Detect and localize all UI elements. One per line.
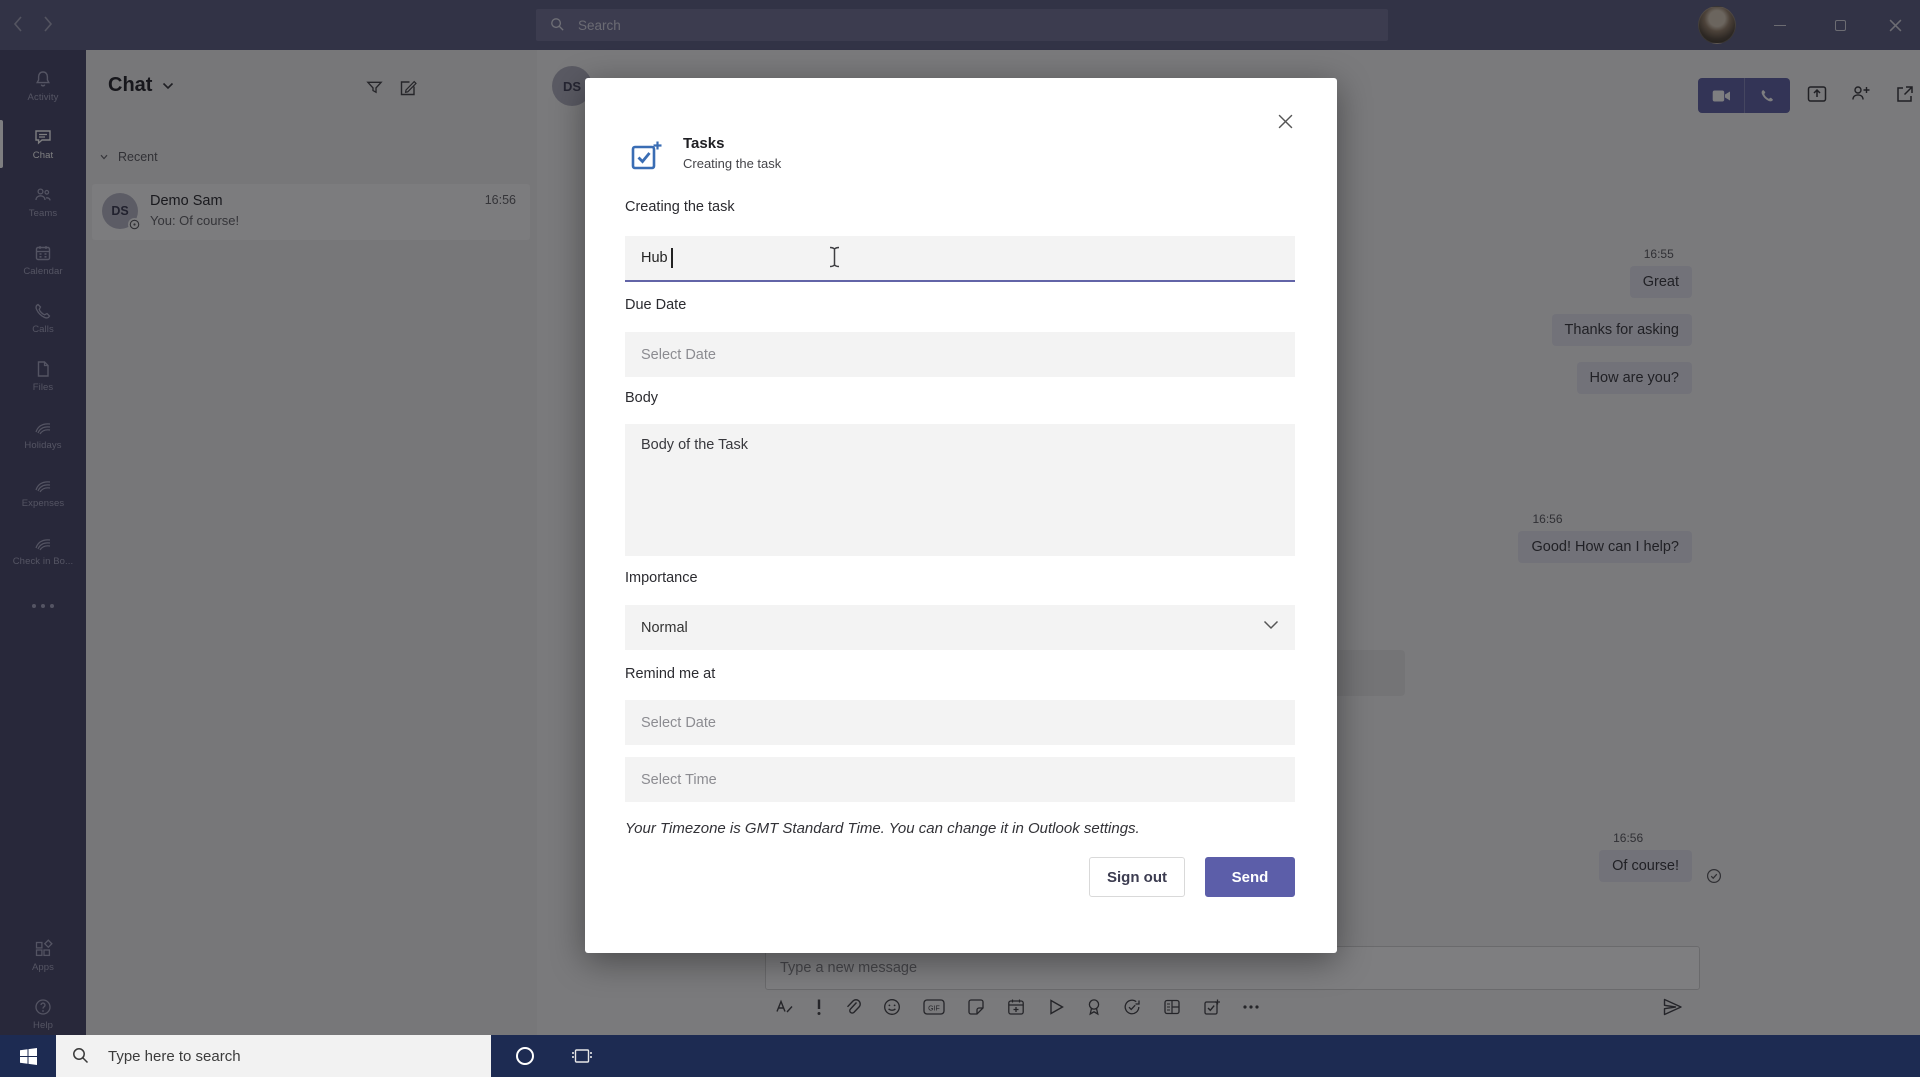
field-label-title: Creating the task [625,199,735,215]
send-button[interactable]: Send [1205,857,1295,897]
ibeam-cursor [828,246,841,268]
timezone-note: Your Timezone is GMT Standard Time. You … [625,820,1140,837]
field-label-body: Body [625,390,659,406]
windows-logo-icon [19,1047,37,1065]
task-view-icon[interactable] [572,1047,592,1065]
due-date-input[interactable] [625,332,1295,377]
dialog-title: Tasks [683,135,725,152]
field-label-importance: Importance [625,570,698,586]
remind-time-input[interactable] [625,757,1295,802]
field-label-due-date: Due Date [625,297,687,313]
tasks-app-logo-icon [628,138,664,174]
importance-value: Normal [641,619,688,636]
task-body-textarea[interactable]: Body of the Task [625,424,1295,556]
remind-date-input[interactable] [625,700,1295,745]
windows-taskbar [0,1035,1920,1077]
tasks-dialog: Tasks Creating the task Creating the tas… [585,78,1337,953]
task-title-input[interactable] [625,236,1295,282]
cortana-icon[interactable] [516,1047,534,1065]
dialog-close-icon[interactable] [1278,114,1293,129]
importance-select[interactable]: Normal [625,605,1295,650]
start-button[interactable] [0,1035,56,1077]
sign-out-button[interactable]: Sign out [1089,857,1185,897]
taskbar-search-input[interactable] [56,1035,491,1077]
dialog-subtitle: Creating the task [683,156,782,171]
chevron-down-icon [1263,620,1279,630]
field-label-remind: Remind me at [625,666,716,682]
text-caret [671,248,673,268]
taskbar-search-icon [72,1047,89,1064]
